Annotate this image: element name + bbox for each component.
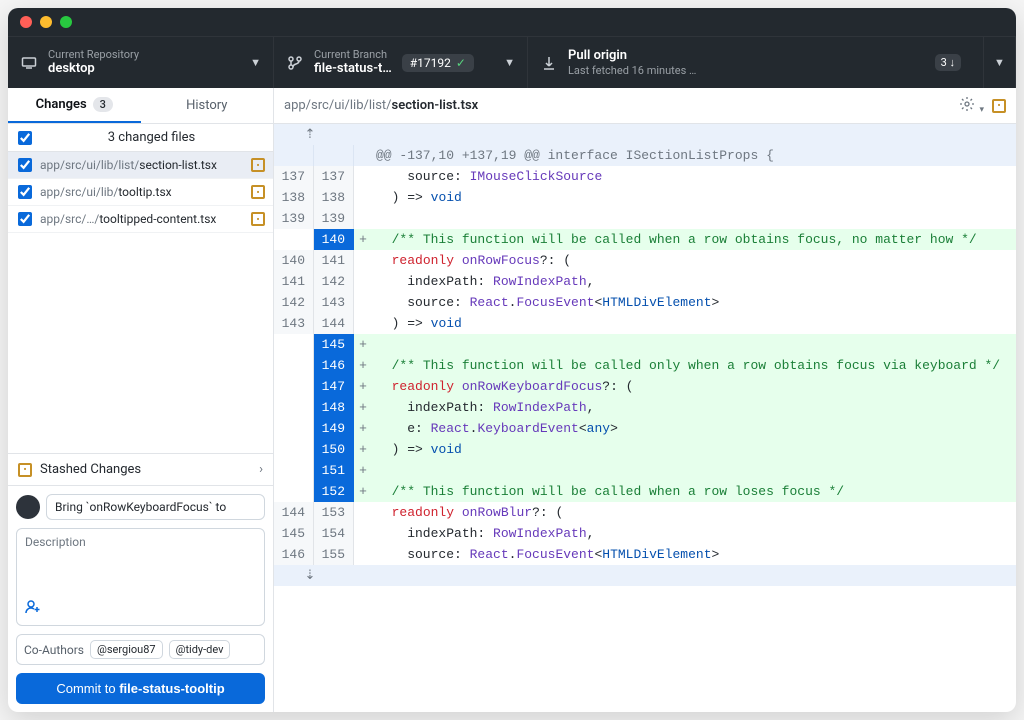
toolbar: Current Repository desktop ▼ Current Bra… xyxy=(8,36,1016,88)
file-row[interactable]: app/src/ui/lib/tooltip.tsx • xyxy=(8,179,273,206)
diff-file-path: app/src/ui/lib/list/section-list.tsx xyxy=(284,98,951,113)
diff-body[interactable]: ⇡ @@ -137,10 +137,19 @@ interface ISecti… xyxy=(274,124,1016,712)
coauthor-chip[interactable]: @sergiou87 xyxy=(90,640,163,659)
diff-line[interactable]: 149+ e: React.KeyboardEvent<any> xyxy=(274,418,1016,439)
maximize-icon[interactable] xyxy=(60,16,72,28)
tab-changes-label: Changes xyxy=(36,97,87,112)
diff-line[interactable]: 147+ readonly onRowKeyboardFocus?: ( xyxy=(274,376,1016,397)
coauthor-chip[interactable]: @tidy-dev xyxy=(169,640,231,659)
pr-badge[interactable]: #17192 ✓ xyxy=(402,54,474,72)
file-list: app/src/ui/lib/list/section-list.tsx • a… xyxy=(8,152,273,233)
diff-line[interactable]: 146155 source: React.FocusEvent<HTMLDivE… xyxy=(274,544,1016,565)
file-checkbox[interactable] xyxy=(18,185,32,199)
diff-line[interactable]: 148+ indexPath: RowIndexPath, xyxy=(274,397,1016,418)
tab-changes[interactable]: Changes 3 xyxy=(8,88,141,123)
avatar xyxy=(16,495,40,519)
diff-line[interactable]: 150+ ) => void xyxy=(274,439,1016,460)
add-coauthor-icon[interactable] xyxy=(25,599,41,619)
stashed-label: Stashed Changes xyxy=(40,462,141,477)
modified-icon: • xyxy=(251,212,265,226)
repo-label-top: Current Repository xyxy=(48,48,139,62)
gear-icon[interactable]: ▾ xyxy=(959,96,984,116)
download-icon xyxy=(540,55,558,71)
diff-line[interactable]: 139139 xyxy=(274,208,1016,229)
diff-line[interactable]: 145+ xyxy=(274,334,1016,355)
desc-placeholder: Description xyxy=(25,535,256,599)
tab-history[interactable]: History xyxy=(141,88,274,123)
branch-selector[interactable]: Current Branch file-status-t… #17192 ✓ ▼ xyxy=(274,37,528,88)
commit-form: Description Co-Authors @sergiou87 @tidy-… xyxy=(8,486,273,712)
diff-line[interactable]: 152+ /** This function will be called wh… xyxy=(274,481,1016,502)
file-path: app/src/ui/lib/list/section-list.tsx xyxy=(40,158,243,172)
file-row[interactable]: app/src/ui/lib/list/section-list.tsx • xyxy=(8,152,273,179)
tab-history-label: History xyxy=(186,98,227,113)
titlebar xyxy=(8,8,1016,36)
diff-line[interactable]: 140+ /** This function will be called wh… xyxy=(274,229,1016,250)
pull-label-top: Pull origin xyxy=(568,48,696,64)
changes-count: 3 xyxy=(93,97,113,112)
diff-pane: app/src/ui/lib/list/section-list.tsx ▾ •… xyxy=(274,88,1016,712)
diff-header: app/src/ui/lib/list/section-list.tsx ▾ • xyxy=(274,88,1016,124)
computer-icon xyxy=(20,55,38,71)
diff-line[interactable]: 145154 indexPath: RowIndexPath, xyxy=(274,523,1016,544)
diff-line[interactable]: 142143 source: React.FocusEvent<HTMLDivE… xyxy=(274,292,1016,313)
app-window: Current Repository desktop ▼ Current Bra… xyxy=(8,8,1016,712)
diff-line[interactable]: 146+ /** This function will be called on… xyxy=(274,355,1016,376)
minimize-icon[interactable] xyxy=(40,16,52,28)
close-icon[interactable] xyxy=(20,16,32,28)
main: Changes 3 History 3 changed files app/sr… xyxy=(8,88,1016,712)
chevron-right-icon: › xyxy=(259,462,263,477)
branch-label-bot: file-status-t… xyxy=(314,61,392,77)
file-checkbox[interactable] xyxy=(18,158,32,172)
coauthors-label: Co-Authors xyxy=(24,643,84,657)
modified-icon: • xyxy=(992,99,1006,113)
pull-origin[interactable]: Pull origin Last fetched 16 minutes … 3 … xyxy=(528,37,1016,88)
diff-line[interactable]: 137137 source: IMouseClickSource xyxy=(274,166,1016,187)
diff-line[interactable]: 143144 ) => void xyxy=(274,313,1016,334)
coauthors-row[interactable]: Co-Authors @sergiou87 @tidy-dev xyxy=(16,634,265,665)
file-checkbox[interactable] xyxy=(18,212,32,226)
file-path: app/src/…/tooltipped-content.tsx xyxy=(40,212,243,226)
select-all-checkbox[interactable] xyxy=(18,131,32,145)
diff-line[interactable]: 141142 indexPath: RowIndexPath, xyxy=(274,271,1016,292)
expand-up-row[interactable]: ⇡ xyxy=(274,124,1016,145)
chevron-down-icon: ▼ xyxy=(504,56,515,69)
commit-summary-input[interactable] xyxy=(46,494,265,520)
expand-down-row[interactable]: ⇣ xyxy=(274,565,1016,586)
repo-label-bot: desktop xyxy=(48,61,139,77)
commit-button[interactable]: Commit to file-status-tooltip xyxy=(16,673,265,704)
repo-selector[interactable]: Current Repository desktop ▼ xyxy=(8,37,274,88)
pull-split-button[interactable]: ▼ xyxy=(983,37,1015,88)
file-path: app/src/ui/lib/tooltip.tsx xyxy=(40,185,243,199)
diff-line[interactable]: 138138 ) => void xyxy=(274,187,1016,208)
sidebar: Changes 3 History 3 changed files app/sr… xyxy=(8,88,274,712)
pr-number: #17192 xyxy=(410,56,451,70)
chevron-down-icon: ▼ xyxy=(250,56,261,69)
modified-icon: • xyxy=(251,185,265,199)
file-row[interactable]: app/src/…/tooltipped-content.tsx • xyxy=(8,206,273,233)
file-list-header: 3 changed files xyxy=(8,124,273,152)
check-icon: ✓ xyxy=(456,56,466,70)
diff-line[interactable]: 151+ xyxy=(274,460,1016,481)
commit-description-input[interactable]: Description xyxy=(16,528,265,626)
branch-label-top: Current Branch xyxy=(314,48,392,62)
pull-count-badge: 3 ↓ xyxy=(935,54,961,71)
file-count-label: 3 changed files xyxy=(40,130,263,145)
stash-icon: • xyxy=(18,463,32,477)
modified-icon: • xyxy=(251,158,265,172)
tabs: Changes 3 History xyxy=(8,88,273,124)
pull-label-bot: Last fetched 16 minutes … xyxy=(568,64,696,78)
diff-line[interactable]: 144153 readonly onRowBlur?: ( xyxy=(274,502,1016,523)
hunk-header: @@ -137,10 +137,19 @@ interface ISection… xyxy=(274,145,1016,166)
diff-line[interactable]: 140141 readonly onRowFocus?: ( xyxy=(274,250,1016,271)
stashed-changes[interactable]: • Stashed Changes › xyxy=(8,453,273,486)
branch-icon xyxy=(286,55,304,71)
